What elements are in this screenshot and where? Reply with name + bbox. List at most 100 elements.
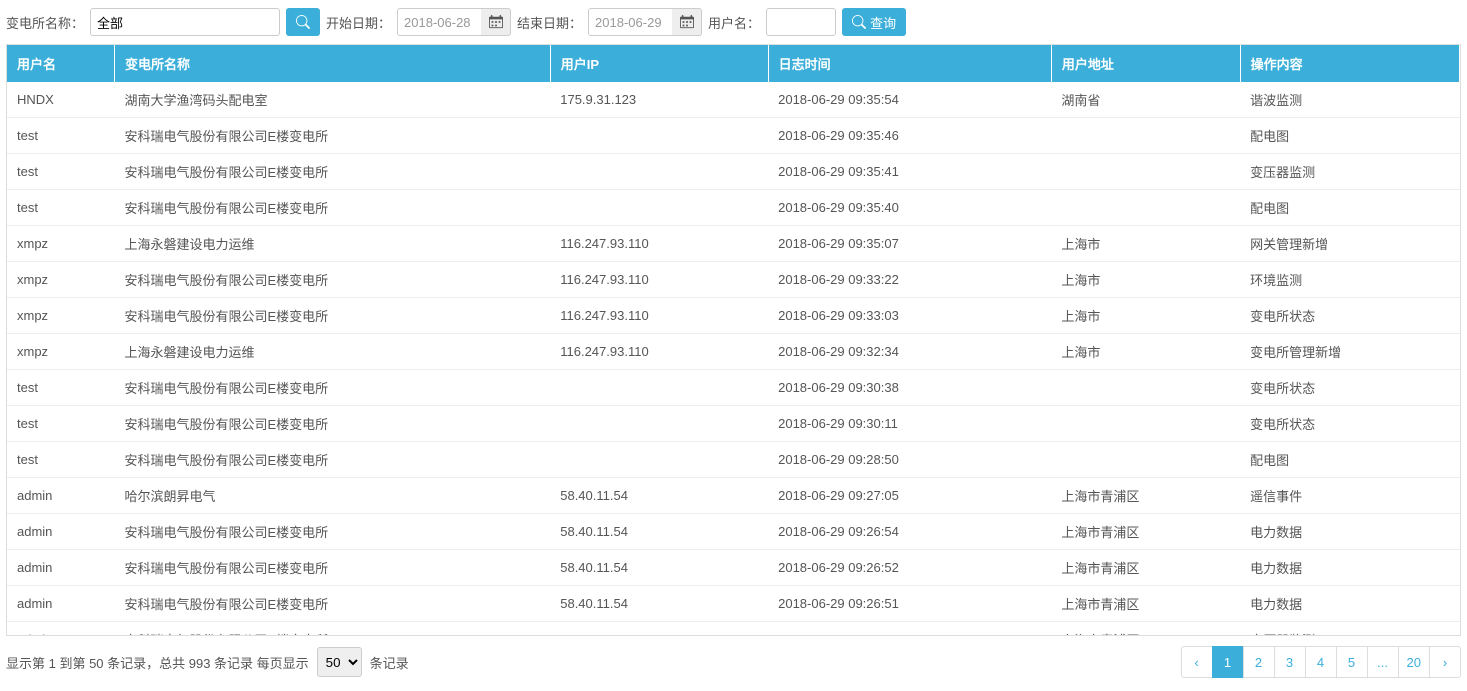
table-row[interactable]: admin哈尔滨朗昇电气58.40.11.542018-06-29 09:27:… [7,478,1460,514]
cell-addr: 上海市青浦区 [1051,586,1240,622]
end-date-calendar-button[interactable] [672,8,702,36]
search-icon [852,15,866,29]
cell-time: 2018-06-29 09:30:38 [768,370,1051,406]
start-date-calendar-button[interactable] [481,8,511,36]
page-link[interactable]: 4 [1305,646,1337,678]
cell-user: test [7,370,114,406]
cell-station: 安科瑞电气股份有限公司E楼变电所 [114,514,550,550]
cell-station: 安科瑞电气股份有限公司E楼变电所 [114,262,550,298]
page-link[interactable]: 20 [1398,646,1430,678]
cell-time: 2018-06-29 09:26:54 [768,514,1051,550]
cell-addr: 上海市 [1051,262,1240,298]
column-header[interactable]: 变电所名称 [114,45,550,82]
calendar-icon [680,15,694,29]
table-scroll-area[interactable]: 用户名变电所名称用户IP日志时间用户地址操作内容 HNDX湖南大学渔湾码头配电室… [7,45,1460,635]
cell-time: 2018-06-29 09:26:49 [768,622,1051,636]
table-row[interactable]: xmpz上海永磐建设电力运维116.247.93.1102018-06-29 0… [7,226,1460,262]
cell-ip: 58.40.11.54 [550,622,768,636]
footer-info: 显示第 1 到第 50 条记录，总共 993 条记录 每页显示 50 条记录 [6,647,409,677]
cell-station: 安科瑞电气股份有限公司E楼变电所 [114,154,550,190]
table-row[interactable]: xmpz上海永磐建设电力运维116.247.93.1102018-06-29 0… [7,334,1460,370]
table-row[interactable]: test安科瑞电气股份有限公司E楼变电所2018-06-29 09:30:11变… [7,406,1460,442]
cell-op: 电力数据 [1240,514,1459,550]
cell-station: 安科瑞电气股份有限公司E楼变电所 [114,298,550,334]
cell-op: 谐波监测 [1240,82,1459,118]
cell-ip: 58.40.11.54 [550,514,768,550]
query-button[interactable]: 查询 [842,8,906,36]
cell-op: 环境监测 [1240,262,1459,298]
cell-user: admin [7,586,114,622]
page-link[interactable]: 1 [1212,646,1244,678]
cell-addr: 上海市青浦区 [1051,514,1240,550]
cell-ip [550,442,768,478]
table-row[interactable]: admin安科瑞电气股份有限公司E楼变电所58.40.11.542018-06-… [7,514,1460,550]
cell-ip: 116.247.93.110 [550,262,768,298]
cell-ip: 116.247.93.110 [550,226,768,262]
cell-user: test [7,442,114,478]
table-row[interactable]: admin安科瑞电气股份有限公司E楼变电所58.40.11.542018-06-… [7,586,1460,622]
cell-addr: 上海市 [1051,226,1240,262]
footer-info-suffix: 条记录 [370,653,409,672]
cell-op: 变电所状态 [1240,406,1459,442]
column-header[interactable]: 用户地址 [1051,45,1240,82]
page-prev[interactable]: ‹ [1181,646,1213,678]
page-link[interactable]: ... [1367,646,1399,678]
table-row[interactable]: admin安科瑞电气股份有限公司E楼变电所58.40.11.542018-06-… [7,550,1460,586]
start-date-label: 开始日期： [326,13,391,32]
cell-ip [550,118,768,154]
cell-op: 变电所状态 [1240,298,1459,334]
cell-user: xmpz [7,298,114,334]
search-icon [296,15,310,29]
table-row[interactable]: test安科瑞电气股份有限公司E楼变电所2018-06-29 09:35:41变… [7,154,1460,190]
cell-user: HNDX [7,82,114,118]
cell-ip: 175.9.31.123 [550,82,768,118]
station-label: 变电所名称： [6,13,84,32]
table-header: 用户名变电所名称用户IP日志时间用户地址操作内容 [7,45,1460,82]
username-input[interactable] [766,8,836,36]
pagination: ‹12345...20› [1182,646,1461,678]
cell-time: 2018-06-29 09:35:07 [768,226,1051,262]
cell-op: 网关管理新增 [1240,226,1459,262]
table-row[interactable]: HNDX湖南大学渔湾码头配电室175.9.31.1232018-06-29 09… [7,82,1460,118]
cell-station: 安科瑞电气股份有限公司E楼变电所 [114,118,550,154]
column-header[interactable]: 用户名 [7,45,114,82]
station-input[interactable] [90,8,280,36]
start-date-input[interactable] [397,8,487,36]
table-row[interactable]: test安科瑞电气股份有限公司E楼变电所2018-06-29 09:30:38变… [7,370,1460,406]
cell-addr [1051,406,1240,442]
column-header[interactable]: 操作内容 [1240,45,1459,82]
page-link[interactable]: 3 [1274,646,1306,678]
calendar-icon [489,15,503,29]
page-link[interactable]: 2 [1243,646,1275,678]
page-size-select[interactable]: 50 [317,647,362,677]
cell-ip [550,406,768,442]
table-row[interactable]: test安科瑞电气股份有限公司E楼变电所2018-06-29 09:28:50配… [7,442,1460,478]
cell-station: 安科瑞电气股份有限公司E楼变电所 [114,442,550,478]
cell-user: test [7,190,114,226]
cell-time: 2018-06-29 09:35:41 [768,154,1051,190]
cell-user: xmpz [7,226,114,262]
cell-ip [550,190,768,226]
cell-station: 安科瑞电气股份有限公司E楼变电所 [114,190,550,226]
column-header[interactable]: 用户IP [550,45,768,82]
table-row[interactable]: test安科瑞电气股份有限公司E楼变电所2018-06-29 09:35:46配… [7,118,1460,154]
table-footer: 显示第 1 到第 50 条记录，总共 993 条记录 每页显示 50 条记录 ‹… [0,636,1467,688]
search-station-button[interactable] [286,8,320,36]
cell-user: admin [7,550,114,586]
cell-time: 2018-06-29 09:33:22 [768,262,1051,298]
end-date-input[interactable] [588,8,678,36]
cell-station: 安科瑞电气股份有限公司E楼变电所 [114,622,550,636]
cell-addr [1051,154,1240,190]
page-link[interactable]: 5 [1336,646,1368,678]
column-header[interactable]: 日志时间 [768,45,1051,82]
cell-time: 2018-06-29 09:35:40 [768,190,1051,226]
table-row[interactable]: test安科瑞电气股份有限公司E楼变电所 2018-06-29 09:35:40 配… [7,190,1460,226]
cell-op: 配电图 [1240,190,1459,226]
cell-op: 配电图 [1240,442,1459,478]
cell-user: xmpz [7,334,114,370]
query-button-label: 查询 [870,13,896,32]
table-row[interactable]: xmpz安科瑞电气股份有限公司E楼变电所116.247.93.1102018-0… [7,262,1460,298]
table-row[interactable]: admin安科瑞电气股份有限公司E楼变电所58.40.11.542018-06-… [7,622,1460,636]
page-next[interactable]: › [1429,646,1461,678]
table-row[interactable]: xmpz安科瑞电气股份有限公司E楼变电所116.247.93.1102018-0… [7,298,1460,334]
